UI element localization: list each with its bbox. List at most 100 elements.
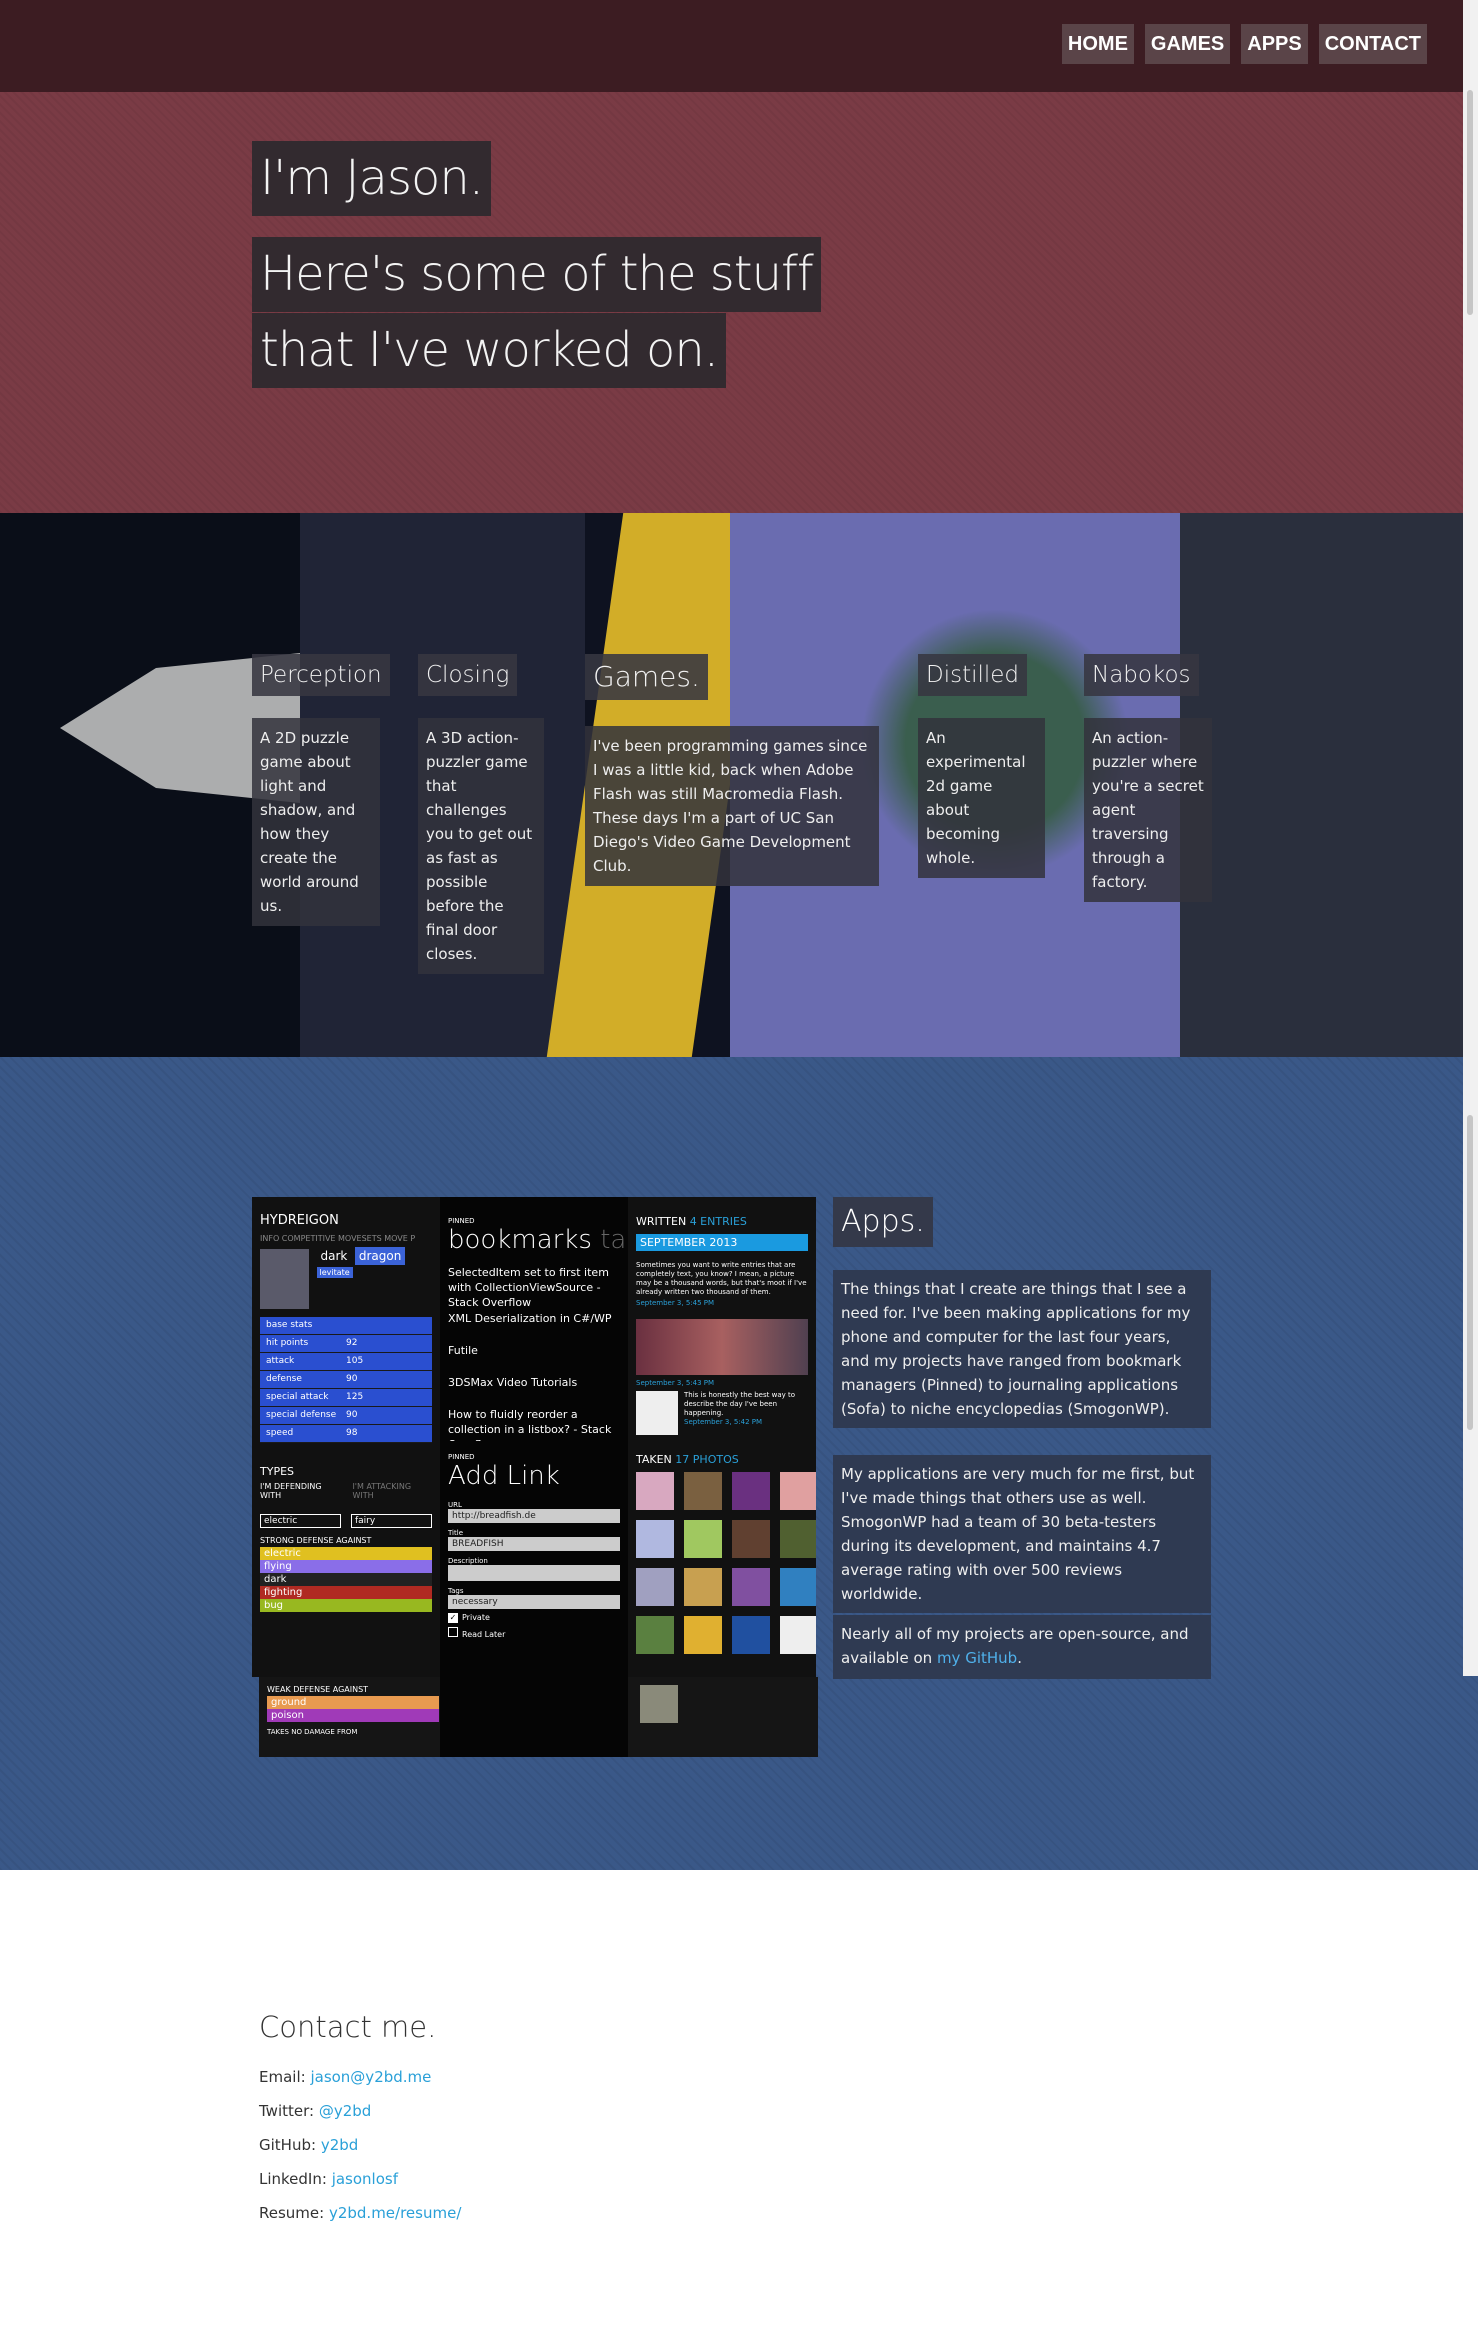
bookmark-item[interactable]: How to fluidly reorder a collection in a… [448,1407,620,1441]
entry-date: September 3, 5:43 PM [636,1379,715,1387]
photo-thumbnail[interactable] [732,1616,770,1654]
nav-home-link[interactable]: HOME [1061,24,1134,64]
month-header: SEPTEMBER 2013 [636,1234,808,1251]
twitter-link[interactable]: @y2bd [319,2102,371,2120]
journal-entry[interactable]: Sometimes you want to write entries that… [628,1251,816,1297]
photo-thumbnail[interactable] [780,1472,816,1510]
journal-entry[interactable]: This is honestly the best way to describ… [684,1391,808,1418]
photo-thumbnail[interactable] [780,1520,816,1558]
nav-apps-link[interactable]: APPS [1241,24,1308,64]
private-checkbox[interactable]: ✓ [448,1613,458,1623]
photo-thumbnail[interactable] [684,1520,722,1558]
type-dark-badge: dark [320,1249,348,1263]
photo-thumbnail[interactable] [684,1472,722,1510]
photo-thumbnail[interactable] [640,1685,678,1723]
type-chip: bug [260,1599,432,1612]
photo-thumbnail[interactable] [780,1568,816,1606]
bookmark-item[interactable]: Futile [448,1343,620,1375]
bookmark-item[interactable]: XML Deserialization in C#/WP [448,1311,620,1343]
title-label: Title [448,1529,464,1537]
photo-thumbnail[interactable] [780,1616,816,1654]
primary-type-select[interactable]: electric [260,1514,341,1528]
contact-email: Email: jason@y2bd.me [259,2068,432,2086]
game-title-perception[interactable]: Perception [252,654,390,696]
sketch-thumbnail[interactable] [636,1391,678,1435]
contact-heading: Contact me. [259,2010,437,2044]
resume-link[interactable]: y2bd.me/resume/ [329,2204,461,2222]
nav-contact-link[interactable]: CONTACT [1318,24,1427,64]
nav-games-link[interactable]: GAMES [1144,24,1231,64]
type-chip: electric [260,1547,432,1560]
attacking-tab[interactable]: I'M ATTACKING WITH [352,1482,432,1500]
description-input[interactable] [448,1565,620,1581]
pinned-screenshot[interactable]: PINNED bookmarks tag SelectedItem set to… [440,1197,628,1757]
apps-heading: Apps. [833,1197,933,1247]
entry-photo[interactable] [636,1319,808,1375]
type-chip: dark [260,1573,432,1586]
stat-row: special attack 125 [260,1389,432,1407]
bookmark-item[interactable]: 3DSMax Video Tutorials [448,1375,620,1407]
strong-defense-heading: STRONG DEFENSE AGAINST [260,1536,372,1545]
tag-tab[interactable]: tag [600,1225,628,1255]
contact-section [0,1870,1478,2340]
photo-thumbnail[interactable] [636,1568,674,1606]
sofa-screenshot[interactable]: WRITTEN 4 ENTRIES SEPTEMBER 2013 Sometim… [628,1197,816,1677]
types-heading: TYPES [260,1465,295,1478]
type-chip: fighting [260,1586,432,1599]
read-later-checkbox[interactable] [448,1627,458,1637]
title-input[interactable]: BREADFISH [448,1537,620,1551]
tags-input[interactable]: necessary [448,1595,620,1609]
photo-thumbnail[interactable] [636,1520,674,1558]
photo-thumbnail[interactable] [732,1472,770,1510]
github-link[interactable]: my GitHub [937,1649,1017,1667]
url-label: URL [448,1501,462,1509]
game-desc-nabokos: An action-puzzler where you're a secret … [1084,718,1212,902]
scrollbar-thumb[interactable] [1467,90,1473,315]
private-label: Private [462,1613,490,1622]
photo-thumbnail[interactable] [732,1520,770,1558]
contact-github: GitHub: y2bd [259,2136,359,2154]
apps-paragraph-3: Nearly all of my projects are open-sourc… [833,1615,1211,1679]
game-desc-distilled: An experimental 2d game about becoming w… [918,718,1045,878]
games-heading: Games. [585,654,708,700]
bookmark-item[interactable]: SelectedItem set to first item with Coll… [448,1265,620,1311]
sofa-screenshot-lower [628,1677,818,1757]
hero-greeting: I'm Jason. [252,141,491,216]
photo-thumbnail[interactable] [684,1616,722,1654]
taken-heading: TAKEN [636,1453,672,1466]
email-link[interactable]: jason@y2bd.me [310,2068,431,2086]
photo-grid [628,1472,816,1654]
tags-label: Tags [448,1587,464,1595]
game-desc-perception: A 2D puzzle game about light and shadow,… [252,718,380,926]
url-input[interactable]: http://breadfish.de [448,1509,620,1523]
photo-thumbnail[interactable] [636,1472,674,1510]
photos-count: 17 PHOTOS [675,1453,739,1466]
games-intro: I've been programming games since I was … [585,726,879,886]
github-profile-link[interactable]: y2bd [321,2136,358,2154]
linkedin-link[interactable]: jasonlosf [332,2170,398,2188]
type-chip: flying [260,1560,432,1573]
stat-row: speed 98 [260,1425,432,1443]
photo-thumbnail[interactable] [732,1568,770,1606]
photo-thumbnail[interactable] [684,1568,722,1606]
contact-twitter: Twitter: @y2bd [259,2102,372,2120]
type-chip: ground [267,1696,439,1709]
game-title-nabokos[interactable]: Nabokos [1084,654,1199,696]
defending-tab[interactable]: I'M DEFENDING WITH [260,1482,342,1500]
secondary-type-select[interactable]: fairy [351,1514,432,1528]
smogon-title: HYDREIGON [260,1213,339,1228]
scrollbar-thumb[interactable] [1467,1115,1473,1430]
stat-row: special defense 90 [260,1407,432,1425]
smogon-tabs: INFO COMPETITIVE MOVESETS MOVE P [260,1234,416,1243]
apps-paragraph-2: My applications are very much for me fir… [833,1455,1211,1613]
game-title-distilled[interactable]: Distilled [918,654,1028,696]
hero-line-3: that I've worked on. [252,313,727,388]
pinned-label-2: PINNED [448,1453,475,1461]
read-later-label: Read Later [462,1630,506,1639]
bookmarks-tab[interactable]: bookmarks [448,1225,592,1255]
photo-thumbnail[interactable] [636,1616,674,1654]
description-label: Description [448,1557,488,1565]
game-title-closing[interactable]: Closing [418,654,518,696]
stat-row: attack 105 [260,1353,432,1371]
smogonwp-screenshot[interactable]: HYDREIGON INFO COMPETITIVE MOVESETS MOVE… [252,1197,440,1677]
